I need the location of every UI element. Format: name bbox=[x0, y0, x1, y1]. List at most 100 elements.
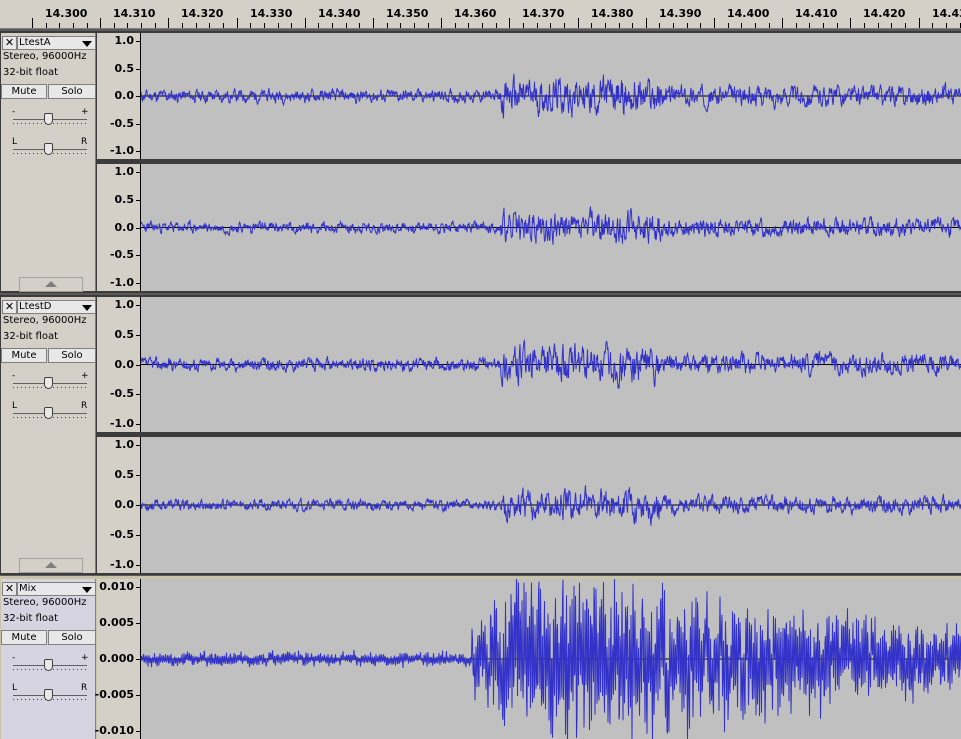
close-track-button[interactable]: ✕ bbox=[2, 300, 17, 314]
track-sample-format: 32-bit float bbox=[3, 331, 59, 342]
gain-slider-thumb[interactable] bbox=[44, 659, 53, 671]
pan-slider-thumb[interactable] bbox=[44, 689, 53, 701]
pan-slider[interactable]: L R bbox=[11, 683, 91, 702]
amplitude-label: 0.5 bbox=[114, 328, 135, 341]
ruler-minor-tick bbox=[905, 23, 906, 28]
track-name-menu[interactable]: Mix bbox=[17, 582, 96, 596]
close-track-button[interactable]: ✕ bbox=[2, 582, 17, 596]
solo-button[interactable]: Solo bbox=[48, 348, 96, 363]
ruler-minor-tick bbox=[891, 23, 892, 28]
ruler-major-tick bbox=[441, 18, 442, 28]
ruler-minor-tick bbox=[946, 23, 947, 28]
gain-slider[interactable]: - + bbox=[11, 371, 91, 390]
mute-button[interactable]: Mute bbox=[1, 84, 47, 99]
amplitude-label: -1.0 bbox=[109, 558, 134, 571]
amplitude-label: 0.005 bbox=[99, 616, 134, 629]
amplitude-label: -0.010 bbox=[94, 724, 134, 737]
waveform-channel[interactable] bbox=[141, 164, 961, 291]
ruler-minor-tick bbox=[878, 23, 879, 28]
solo-button[interactable]: Solo bbox=[48, 630, 96, 645]
pan-slider-thumb[interactable] bbox=[44, 143, 53, 155]
amplitude-label: 0.0 bbox=[114, 89, 135, 102]
pan-left-label: L bbox=[12, 401, 18, 411]
gain-slider-thumb[interactable] bbox=[44, 113, 53, 125]
amplitude-tick bbox=[136, 505, 140, 506]
track-format: Stereo, 96000Hz bbox=[3, 315, 87, 326]
waveform-path bbox=[141, 206, 961, 245]
mute-button[interactable]: Mute bbox=[1, 348, 47, 363]
mute-button[interactable]: Mute bbox=[1, 630, 47, 645]
ruler-minor-tick bbox=[837, 23, 838, 28]
gain-slider[interactable]: - + bbox=[11, 107, 91, 126]
ruler-minor-tick bbox=[591, 23, 592, 28]
ruler-minor-tick bbox=[414, 23, 415, 28]
amplitude-tick bbox=[136, 96, 140, 97]
ruler-minor-tick bbox=[428, 23, 429, 28]
ruler-minor-tick bbox=[673, 23, 674, 28]
ruler-minor-tick bbox=[687, 23, 688, 28]
amplitude-tick bbox=[136, 283, 140, 284]
ruler-major-tick bbox=[850, 18, 851, 28]
ruler-minor-tick bbox=[769, 23, 770, 28]
waveform-channel[interactable] bbox=[141, 579, 961, 739]
collapse-up-icon bbox=[45, 562, 57, 568]
amplitude-tick bbox=[136, 69, 140, 70]
ruler-minor-tick bbox=[209, 23, 210, 28]
ruler-major-tick bbox=[100, 18, 101, 28]
pan-slider-thumb[interactable] bbox=[44, 407, 53, 419]
amplitude-tick bbox=[136, 695, 140, 696]
ruler-minor-tick bbox=[332, 23, 333, 28]
track-control-panel: ✕ LtestA Stereo, 96000Hz 32-bit float Mu… bbox=[1, 33, 96, 292]
waveform-channel[interactable] bbox=[141, 437, 961, 573]
collapse-track-button[interactable] bbox=[19, 277, 83, 292]
amplitude-label: 1.0 bbox=[114, 438, 135, 451]
amplitude-label: -1.0 bbox=[109, 276, 134, 289]
ruler-minor-tick bbox=[359, 23, 360, 28]
track-name: LtestA bbox=[19, 37, 51, 48]
ruler-time-label: 14.420 bbox=[863, 7, 906, 20]
timeline-ruler[interactable]: 14.300 14.310 14.320 14.330 14.340 14.350 14.3… bbox=[0, 0, 961, 29]
amplitude-tick bbox=[136, 200, 140, 201]
collapse-track-button[interactable] bbox=[19, 558, 83, 573]
ruler-major-tick bbox=[646, 18, 647, 28]
amplitude-tick bbox=[136, 151, 140, 152]
track-control-panel: ✕ LtestD Stereo, 96000Hz 32-bit float Mu… bbox=[1, 297, 96, 573]
amplitude-label: 0.5 bbox=[114, 193, 135, 206]
amplitude-label: 0.5 bbox=[114, 468, 135, 481]
ruler-minor-tick bbox=[632, 23, 633, 28]
ruler-minor-tick bbox=[387, 23, 388, 28]
ruler-time-label: 14.360 bbox=[454, 7, 497, 20]
track-name-menu[interactable]: LtestD bbox=[17, 300, 96, 314]
ruler-major-tick bbox=[237, 18, 238, 28]
track-name-menu[interactable]: LtestA bbox=[17, 36, 96, 50]
collapse-up-icon bbox=[45, 281, 57, 287]
amplitude-label: 1.0 bbox=[114, 34, 135, 47]
waveform-channel[interactable] bbox=[141, 297, 961, 432]
amplitude-label: -1.0 bbox=[109, 144, 134, 157]
ruler-minor-tick bbox=[59, 23, 60, 28]
solo-button[interactable]: Solo bbox=[48, 84, 96, 99]
amplitude-label: 0.0 bbox=[114, 358, 135, 371]
amplitude-label: -1.0 bbox=[109, 417, 134, 430]
ruler-minor-tick bbox=[755, 23, 756, 28]
ruler-minor-tick bbox=[659, 23, 660, 28]
ruler-time-label: 14.370 bbox=[522, 7, 565, 20]
ruler-minor-tick bbox=[196, 23, 197, 28]
pan-slider[interactable]: L R bbox=[11, 137, 91, 156]
close-track-button[interactable]: ✕ bbox=[2, 36, 17, 50]
amplitude-tick bbox=[136, 535, 140, 536]
gain-slider-thumb[interactable] bbox=[44, 377, 53, 389]
waveform-channel[interactable] bbox=[141, 33, 961, 159]
ruler-major-tick bbox=[305, 18, 306, 28]
pan-slider[interactable]: L R bbox=[11, 401, 91, 420]
pan-right-label: R bbox=[81, 401, 88, 411]
ruler-minor-tick bbox=[346, 23, 347, 28]
gain-slider[interactable]: - + bbox=[11, 653, 91, 672]
amplitude-tick bbox=[136, 587, 140, 588]
ruler-major-tick bbox=[578, 18, 579, 28]
ruler-minor-tick bbox=[537, 23, 538, 28]
amplitude-label: -0.5 bbox=[109, 387, 134, 400]
amplitude-tick bbox=[136, 305, 140, 306]
track-name: LtestD bbox=[19, 301, 52, 312]
amplitude-label: 1.0 bbox=[114, 298, 135, 311]
